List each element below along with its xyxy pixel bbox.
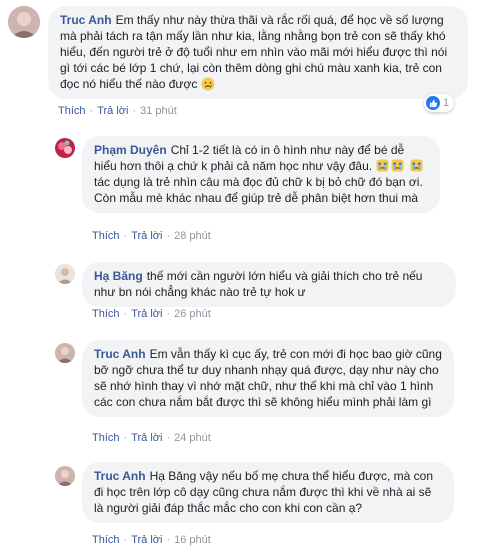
crying-face-icon — [391, 159, 404, 172]
crying-face-icon — [410, 159, 423, 172]
comment-text: thế mới cần người lớn hiểu và giải thích… — [94, 269, 423, 299]
avatar[interactable] — [55, 466, 75, 486]
comment-author[interactable]: Truc Anh — [94, 347, 146, 361]
sad-face-icon — [201, 77, 215, 91]
like-button[interactable]: Thích — [92, 308, 120, 320]
comment-time[interactable]: 28 phút — [174, 230, 211, 242]
like-button[interactable]: Thích — [92, 534, 120, 546]
comment-time[interactable]: 24 phút — [174, 432, 211, 444]
reply-button[interactable]: Trả lời — [131, 432, 162, 444]
comment-text: Em thấy như này thừa thãi và rắc rối quá… — [60, 13, 448, 91]
avatar-photo-icon — [55, 343, 75, 363]
comment-bubble: Truc Anh Hạ Băng vậy nếu bố mẹ chưa thể h… — [82, 462, 454, 523]
comment-bubble: Phạm Duyên Chỉ 1-2 tiết là có in ô hình n… — [82, 136, 440, 213]
avatar[interactable] — [8, 6, 40, 38]
comment-author[interactable]: Phạm Duyên — [94, 143, 167, 157]
comment-author[interactable]: Truc Anh — [94, 469, 146, 483]
comment-text-continued: tác dụng là trẻ nhìn câu mà đọc đủ chữ k… — [94, 175, 423, 205]
avatar[interactable] — [55, 264, 75, 284]
avatar-photo-icon — [55, 264, 75, 284]
like-button[interactable]: Thích — [92, 432, 120, 444]
comment-actions: Thích · Trả lời · 28 phút — [92, 230, 211, 242]
comment-bubble: Truc Anh Em vẫn thấy kì cục ấy, trẻ con m… — [82, 340, 454, 417]
reply-button[interactable]: Trả lời — [131, 308, 162, 320]
comment-actions: Thích · Trả lời · 26 phút — [92, 308, 211, 320]
like-icon — [426, 96, 440, 110]
comment-author[interactable]: Hạ Băng — [94, 269, 143, 283]
comment-actions: Thích · Trả lời · 24 phút — [92, 432, 211, 444]
reaction-count: 1 — [443, 97, 450, 109]
reply-button[interactable]: Trả lời — [97, 105, 128, 117]
avatar[interactable] — [55, 138, 75, 158]
comment-time[interactable]: 31 phút — [140, 105, 177, 117]
avatar-photo-icon — [8, 6, 40, 38]
reaction-summary[interactable]: 1 — [424, 94, 455, 112]
comment-time[interactable]: 16 phút — [174, 534, 211, 546]
comment-actions: Thích · Trả lời · 31 phút — [58, 105, 177, 117]
comment-bubble: Truc Anh Em thấy như này thừa thãi và rắc… — [48, 6, 468, 99]
crying-face-icon — [376, 159, 389, 172]
avatar-photo-icon — [55, 466, 75, 486]
comment-actions: Thích · Trả lời · 16 phút — [92, 534, 211, 546]
like-button[interactable]: Thích — [92, 230, 120, 242]
avatar-photo-icon — [55, 138, 75, 158]
comment-time[interactable]: 26 phút — [174, 308, 211, 320]
like-button[interactable]: Thích — [58, 105, 86, 117]
avatar[interactable] — [55, 343, 75, 363]
comment-bubble: Hạ Băng thế mới cần người lớn hiểu và giả… — [82, 262, 456, 307]
comment-text: Em vẫn thấy kì cục ấy, trẻ con mới đi họ… — [94, 347, 442, 409]
reply-button[interactable]: Trả lời — [131, 230, 162, 242]
reply-button[interactable]: Trả lời — [131, 534, 162, 546]
comment-author[interactable]: Truc Anh — [60, 13, 112, 27]
